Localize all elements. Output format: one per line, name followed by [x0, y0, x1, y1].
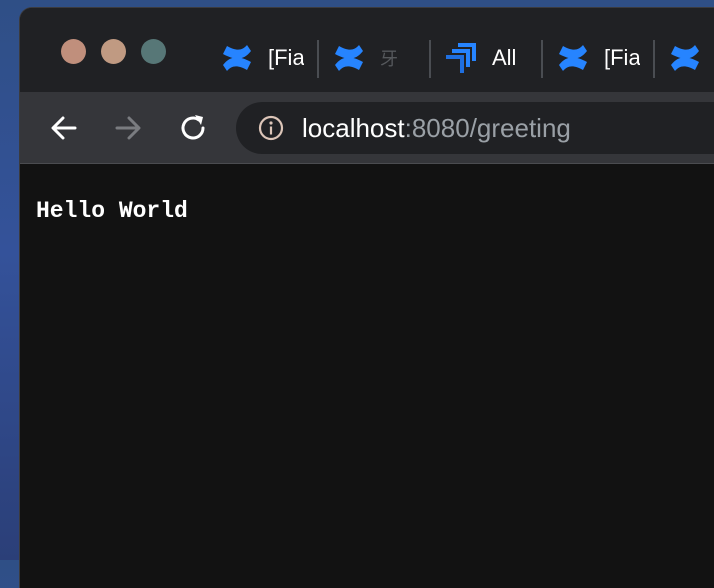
page-body-text: Hello World	[36, 198, 188, 224]
confluence-icon	[223, 45, 251, 71]
tab-3-label: All	[492, 45, 517, 70]
confluence-icon	[335, 45, 363, 71]
reload-icon[interactable]	[177, 112, 209, 144]
minimize-window-button[interactable]	[101, 39, 126, 64]
page-content: Hello World	[20, 164, 714, 588]
forward-arrow-icon[interactable]	[112, 112, 144, 144]
browser-toolbar: localhost:8080/greeting	[20, 92, 714, 164]
tab-2[interactable]: 牙	[332, 38, 416, 78]
tab-separator	[541, 40, 543, 78]
tab-1-label: [Fia	[268, 45, 304, 70]
tab-2-label: 牙	[380, 49, 398, 69]
confluence-icon	[671, 45, 699, 71]
close-window-button[interactable]	[61, 39, 86, 64]
tab-5[interactable]	[668, 38, 702, 78]
url-path: :8080/greeting	[404, 113, 571, 143]
browser-window: [Fia 牙 All [Fia localhost:8080/greeting …	[20, 8, 714, 588]
back-arrow-icon[interactable]	[48, 112, 80, 144]
address-bar[interactable]: localhost:8080/greeting	[236, 102, 714, 154]
confluence-icon	[559, 45, 587, 71]
tab-separator	[317, 40, 319, 78]
tab-separator	[653, 40, 655, 78]
tab-1[interactable]: [Fia	[220, 38, 304, 78]
tab-4[interactable]: [Fia	[556, 38, 640, 78]
tab-separator	[429, 40, 431, 78]
tab-3[interactable]: All	[444, 38, 528, 78]
info-icon[interactable]	[258, 115, 284, 141]
maximize-window-button[interactable]	[141, 39, 166, 64]
address-url[interactable]: localhost:8080/greeting	[302, 113, 571, 144]
jira-icon	[446, 43, 476, 73]
tab-4-label: [Fia	[604, 45, 640, 70]
title-bar: [Fia 牙 All [Fia	[20, 8, 714, 92]
url-host: localhost	[302, 113, 405, 143]
